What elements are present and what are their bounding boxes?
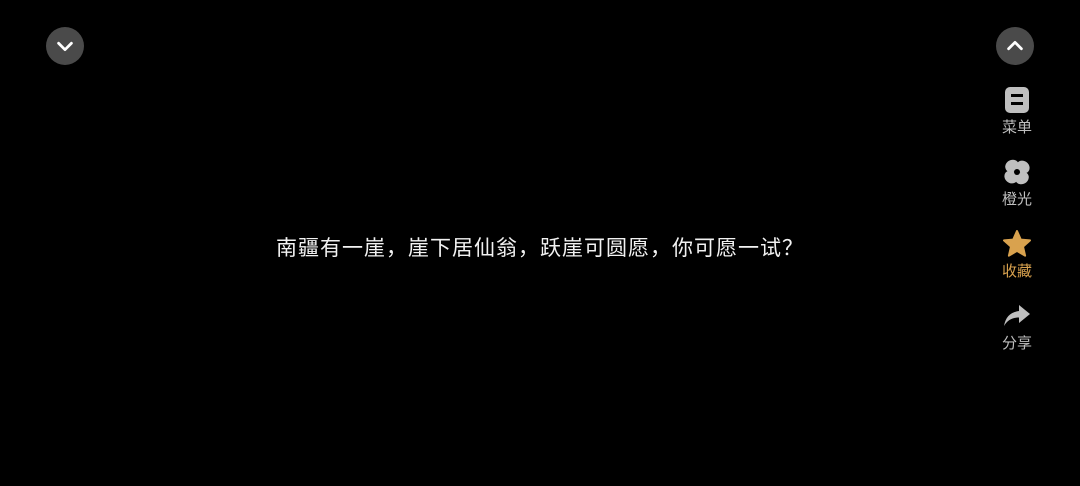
side-menu-item-label: 收藏 (1001, 262, 1032, 280)
side-menu-item-label: 菜单 (1001, 118, 1032, 136)
orange-light-logo-icon (1001, 156, 1033, 188)
chevron-down-icon (57, 41, 73, 52)
expand-button[interactable] (996, 27, 1034, 65)
side-menu-item-label: 橙光 (1001, 190, 1032, 208)
menu-icon (1001, 84, 1033, 116)
side-menu-item-menu[interactable]: 菜单 (990, 84, 1044, 156)
side-menu: 菜单 橙光 收藏 分享 (990, 84, 1044, 372)
side-menu-item-share[interactable]: 分享 (990, 300, 1044, 372)
chevron-up-icon (1007, 40, 1023, 51)
side-menu-item-orange-light[interactable]: 橙光 (990, 156, 1044, 228)
collapse-button[interactable] (46, 27, 84, 65)
share-icon (1001, 300, 1033, 332)
side-menu-item-label: 分享 (1001, 334, 1032, 352)
dialogue-text: 南疆有一崖，崖下居仙翁，跃崖可圆愿，你可愿一试？ (276, 236, 804, 260)
